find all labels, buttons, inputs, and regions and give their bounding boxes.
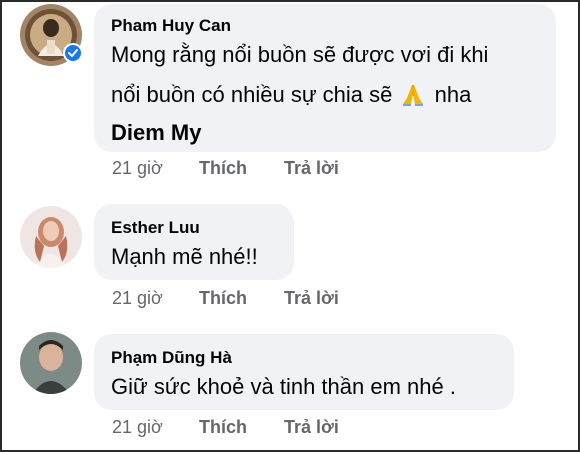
comment-bubble[interactable]: Phạm Dũng Hà Giữ sức khoẻ và tinh thần e… (94, 334, 514, 410)
comment-text-fragment: nha (434, 82, 472, 107)
comment-actions: 21 giờ Thích Trả lời (112, 158, 339, 179)
avatar[interactable] (20, 332, 82, 394)
verified-badge-icon (63, 43, 83, 63)
avatar[interactable] (20, 206, 82, 268)
comment-text-fragment: nổi buồn có nhiều sự chia sẽ (111, 82, 393, 107)
avatar-image (20, 206, 82, 268)
comment-author[interactable]: Pham Huy Can (111, 16, 231, 36)
comment-actions: 21 giờ Thích Trả lời (112, 288, 339, 309)
reply-button[interactable]: Trả lời (284, 288, 339, 309)
comment-text-line: Mong rằng nổi buồn sẽ được vơi đi khi (111, 42, 489, 67)
comment-timestamp[interactable]: 21 giờ (112, 417, 194, 438)
tagged-name-link[interactable]: Diem My (111, 120, 201, 146)
folded-hands-icon (398, 82, 428, 106)
comment-text: Mạnh mẽ nhé!! (111, 244, 258, 269)
comment-text: Giữ sức khoẻ và tinh thần em nhé . (111, 374, 456, 399)
comment-text-line: nổi buồn có nhiều sự chia sẽ nha (111, 82, 471, 108)
comment-bubble[interactable]: Pham Huy Can Mong rằng nổi buồn sẽ được … (94, 4, 556, 152)
comment-actions: 21 giờ Thích Trả lời (112, 417, 339, 438)
comment-bubble[interactable]: Esther Luu Mạnh mẽ nhé!! (94, 204, 294, 280)
like-button[interactable]: Thích (199, 417, 279, 438)
comment-author[interactable]: Phạm Dũng Hà (111, 348, 232, 368)
reply-button[interactable]: Trả lời (284, 417, 339, 438)
reply-button[interactable]: Trả lời (284, 158, 339, 179)
avatar-image (20, 332, 82, 394)
comment-author[interactable]: Esther Luu (111, 218, 200, 238)
comments-panel: Pham Huy Can Mong rằng nổi buồn sẽ được … (0, 0, 580, 452)
comment-timestamp[interactable]: 21 giờ (112, 158, 194, 179)
comment-timestamp[interactable]: 21 giờ (112, 288, 194, 309)
like-button[interactable]: Thích (199, 288, 279, 309)
like-button[interactable]: Thích (199, 158, 279, 179)
